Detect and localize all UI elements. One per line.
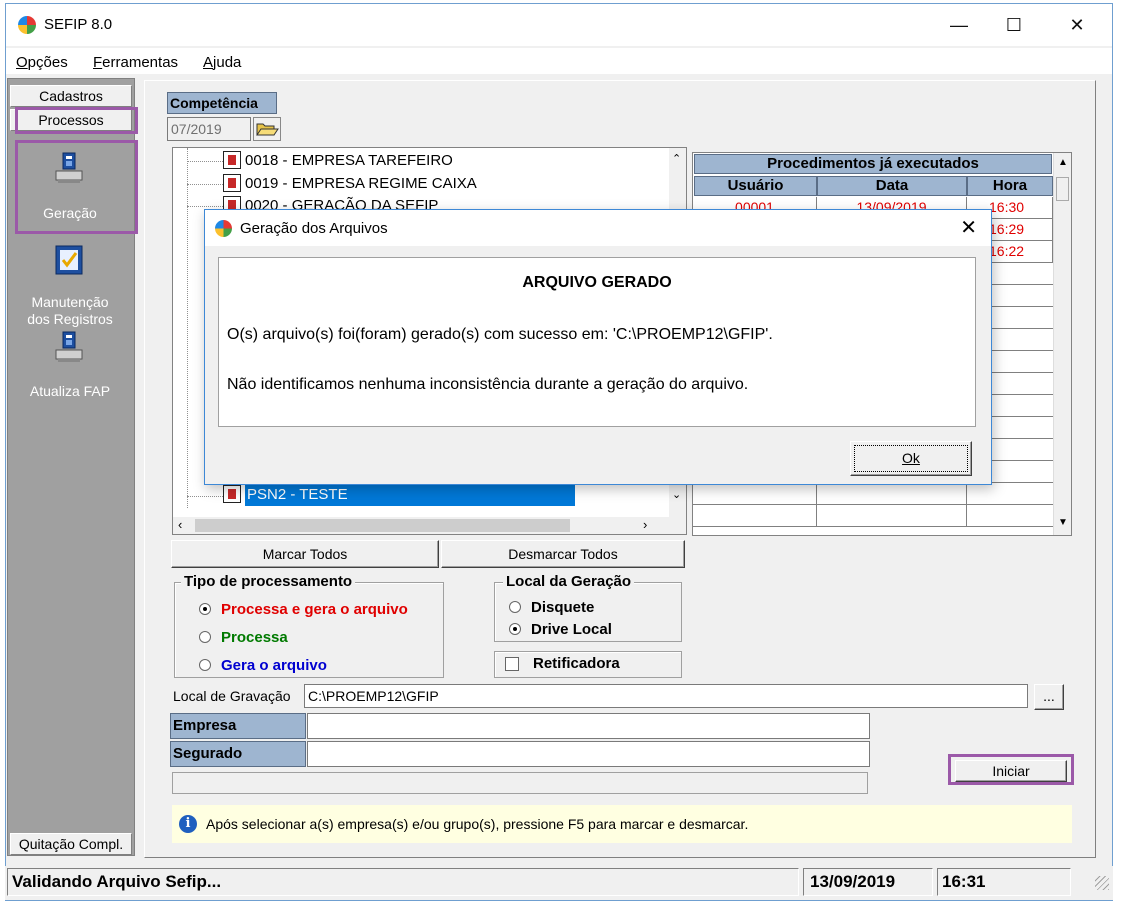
- marcar-todos-button[interactable]: Marcar Todos: [171, 540, 439, 568]
- menu-bar: Opções Ferramentas Ajuda: [6, 48, 1112, 74]
- tree-connector: [187, 206, 223, 207]
- competencia-label: Competência: [167, 92, 277, 114]
- maximize-button[interactable]: ☐: [991, 10, 1037, 40]
- geracao-highlight: [15, 140, 138, 234]
- tree-connector: [187, 161, 223, 162]
- scroll-left-icon[interactable]: ‹: [178, 517, 182, 532]
- retificadora-checkbox[interactable]: [505, 657, 519, 671]
- tree-item[interactable]: 0018 - EMPRESA TAREFEIRO: [223, 150, 453, 172]
- status-date: 13/09/2019: [803, 868, 933, 896]
- minimize-button[interactable]: —: [936, 10, 982, 40]
- radio-gera-o-arquivo[interactable]: Gera o arquivo: [199, 657, 327, 674]
- dialog-message-line1: O(s) arquivo(s) foi(foram) gerado(s) com…: [227, 326, 773, 343]
- progress-bar: [172, 772, 868, 794]
- tree-connector: [187, 148, 188, 508]
- iniciar-highlight: [948, 754, 1074, 785]
- column-header-usuario: Usuário: [694, 176, 817, 196]
- radio-drive-local[interactable]: Drive Local: [509, 621, 612, 638]
- scroll-right-icon[interactable]: ›: [643, 517, 647, 532]
- segurado-field[interactable]: [307, 741, 870, 767]
- local-gravacao-label: Local de Gravação: [173, 688, 291, 704]
- procedimentos-title: Procedimentos já executados: [694, 154, 1052, 174]
- menu-ajuda[interactable]: Ajuda: [203, 54, 241, 71]
- procedimentos-scrollbar[interactable]: ▲ ▼: [1053, 153, 1071, 535]
- desmarcar-todos-button[interactable]: Desmarcar Todos: [441, 540, 685, 568]
- tree-connector: [187, 184, 223, 185]
- tab-cadastros[interactable]: Cadastros: [10, 85, 132, 107]
- computer-disk-icon[interactable]: [53, 330, 85, 362]
- geracao-dialog: Geração dos Arquivos ✕ ARQUIVO GERADO O(…: [204, 209, 992, 485]
- scroll-up-icon[interactable]: ▲: [1058, 157, 1068, 168]
- status-bar: Validando Arquivo Sefip... 13/09/2019 16…: [5, 866, 1113, 900]
- title-bar: SEFIP 8.0 — ☐ ✕: [6, 4, 1112, 46]
- tipo-processamento-title: Tipo de processamento: [181, 573, 356, 590]
- company-icon: [223, 174, 241, 192]
- radio-processa-e-gera[interactable]: Processa e gera o arquivo: [199, 601, 408, 618]
- dialog-title-bar: Geração dos Arquivos ✕: [205, 210, 991, 246]
- scroll-down-icon[interactable]: ⌄: [672, 488, 681, 501]
- table-row: [693, 505, 1053, 527]
- ok-button[interactable]: Ok: [850, 441, 972, 476]
- radio-dot: [199, 631, 211, 643]
- radio-dot: [509, 623, 521, 635]
- company-icon: [223, 485, 241, 503]
- info-icon: i: [179, 815, 197, 833]
- tipo-processamento-group: Tipo de processamento Processa e gera o …: [174, 573, 444, 678]
- dialog-message-area: ARQUIVO GERADO O(s) arquivo(s) foi(foram…: [218, 257, 976, 427]
- menu-opcoes[interactable]: Opções: [16, 54, 68, 71]
- table-row: [693, 483, 1053, 505]
- status-message: Validando Arquivo Sefip...: [7, 868, 799, 896]
- window-title: SEFIP 8.0: [44, 16, 113, 33]
- radio-processa[interactable]: Processa: [199, 629, 288, 646]
- sefip-app-icon: [215, 220, 232, 237]
- atualiza-fap-label[interactable]: Atualiza FAP: [8, 383, 132, 400]
- local-gravacao-input[interactable]: C:\PROEMP12\GFIP: [304, 684, 1028, 708]
- dialog-title: Geração dos Arquivos: [240, 220, 388, 237]
- scroll-down-icon[interactable]: ▼: [1058, 517, 1068, 528]
- menu-ferramentas[interactable]: Ferramentas: [93, 54, 178, 71]
- scroll-thumb[interactable]: [1056, 177, 1069, 201]
- processos-highlight: [15, 107, 138, 134]
- tree-item-selected[interactable]: PSN2 - TESTE: [223, 484, 575, 506]
- radio-dot: [199, 659, 211, 671]
- checklist-icon[interactable]: [53, 243, 85, 275]
- close-button[interactable]: ✕: [1054, 10, 1100, 40]
- local-geracao-group: Local da Geração Disquete Drive Local: [494, 573, 682, 642]
- segurado-label: Segurado: [170, 741, 306, 767]
- local-geracao-title: Local da Geração: [503, 573, 635, 590]
- tree-item[interactable]: 0019 - EMPRESA REGIME CAIXA: [223, 173, 477, 195]
- competencia-input[interactable]: 07/2019: [167, 117, 251, 141]
- tree-connector: [187, 496, 223, 497]
- sefip-app-icon: [18, 16, 36, 34]
- empresa-label: Empresa: [170, 713, 306, 739]
- radio-disquete[interactable]: Disquete: [509, 599, 594, 616]
- dialog-message-line2: Não identificamos nenhuma inconsistência…: [227, 376, 749, 393]
- radio-dot: [199, 603, 211, 615]
- radio-dot: [509, 601, 521, 613]
- scroll-thumb[interactable]: [195, 519, 570, 532]
- info-text: Após selecionar a(s) empresa(s) e/ou gru…: [206, 816, 749, 832]
- retificadora-label: Retificadora: [533, 655, 620, 672]
- open-folder-icon[interactable]: [253, 117, 281, 141]
- manutencao-label-line2[interactable]: dos Registros: [8, 311, 132, 328]
- browse-button[interactable]: ...: [1034, 684, 1064, 710]
- manutencao-label-line1[interactable]: Manutenção: [8, 294, 132, 311]
- status-time: 16:31: [937, 868, 1071, 896]
- retificadora-box: Retificadora: [494, 651, 682, 678]
- scroll-up-icon[interactable]: ⌃: [672, 152, 681, 165]
- company-icon: [223, 151, 241, 169]
- tab-quitacao-compl[interactable]: Quitação Compl.: [10, 833, 132, 855]
- empresa-field[interactable]: [307, 713, 870, 739]
- dialog-heading: ARQUIVO GERADO: [522, 274, 672, 291]
- info-bar: i Após selecionar a(s) empresa(s) e/ou g…: [172, 805, 1072, 843]
- dialog-close-button[interactable]: ✕: [960, 215, 977, 240]
- tree-horizontal-scrollbar[interactable]: ‹ ›: [173, 517, 686, 534]
- resize-grip-icon[interactable]: [1095, 876, 1109, 890]
- column-header-data: Data: [817, 176, 967, 196]
- column-header-hora: Hora: [967, 176, 1053, 196]
